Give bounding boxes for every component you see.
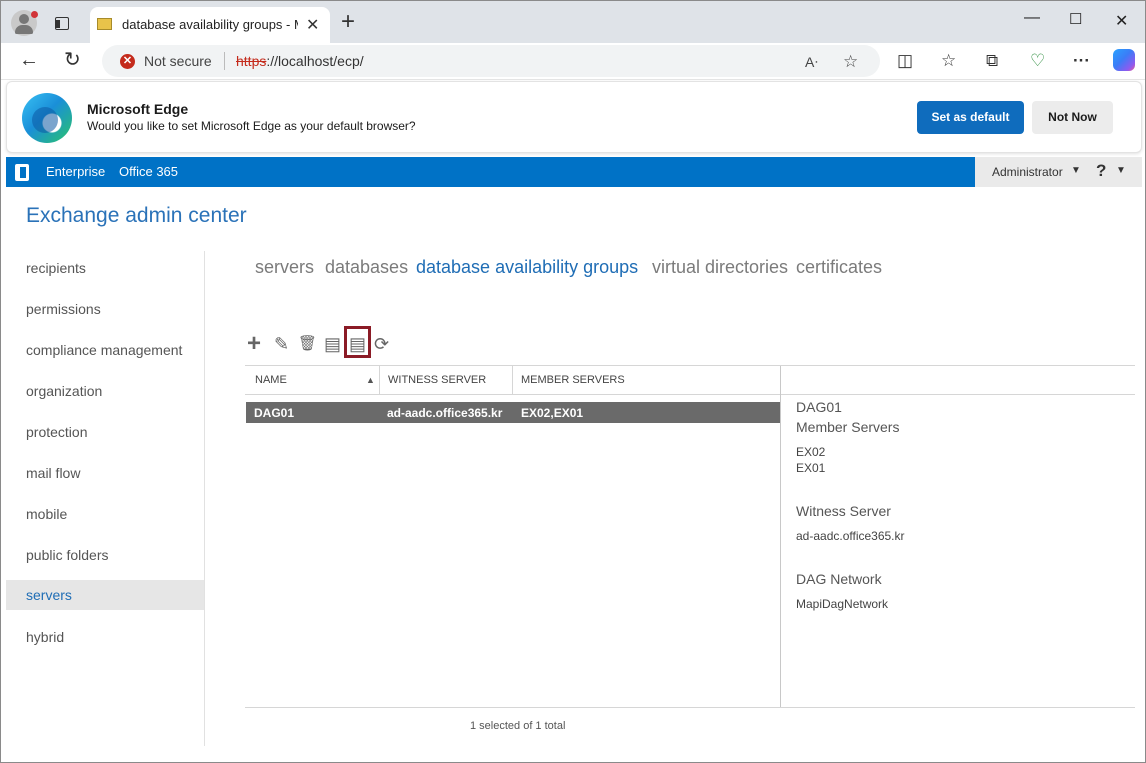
collections-icon[interactable]: ⧉ — [986, 52, 998, 70]
url-scheme: https — [236, 53, 267, 69]
left-navigation: recipients permissions compliance manage… — [6, 251, 205, 746]
banner-title: Microsoft Edge — [87, 101, 189, 117]
column-header-name[interactable]: NAME — [255, 374, 287, 386]
details-dag-network-label: DAG Network — [796, 571, 882, 587]
subtab-databases[interactable]: databases — [325, 257, 408, 278]
nav-item-hybrid[interactable]: hybrid — [6, 622, 204, 652]
help-chevron-down-icon[interactable]: ▼ — [1116, 165, 1126, 176]
sort-ascending-icon[interactable]: ▲ — [366, 375, 375, 385]
nav-item-organization[interactable]: organization — [6, 376, 204, 406]
nav-item-mail-flow[interactable]: mail flow — [6, 458, 204, 488]
edge-logo-icon — [22, 93, 72, 143]
address-toolbar: ← ↻ ✕ Not secure https://localhost/ecp/ … — [1, 43, 1145, 80]
details-pane-divider — [780, 366, 781, 707]
manage-membership-icon[interactable]: ▤ — [324, 334, 341, 354]
set-as-default-button[interactable]: Set as default — [917, 101, 1024, 134]
back-arrow-icon[interactable]: ← — [19, 50, 39, 70]
column-separator — [512, 366, 513, 394]
browser-window: database availability groups - Mic ✕ + —… — [0, 0, 1146, 763]
details-witness-value: ad-aadc.office365.kr — [796, 529, 905, 543]
split-screen-icon[interactable]: ◫ — [897, 52, 913, 70]
omnibox-separator — [224, 52, 225, 70]
exchange-favicon-icon — [97, 18, 112, 30]
nav-item-public-folders[interactable]: public folders — [6, 540, 204, 570]
row-witness-cell[interactable]: ad-aadc.office365.kr — [387, 406, 502, 420]
details-member-server: EX02 — [796, 445, 826, 459]
new-tab-icon[interactable]: + — [341, 10, 355, 34]
tab-office-365[interactable]: Office 365 — [119, 164, 178, 179]
table-row[interactable] — [246, 402, 780, 423]
highlight-box — [344, 326, 371, 358]
subtab-servers[interactable]: servers — [255, 257, 314, 278]
browser-tab-active[interactable]: database availability groups - Mic ✕ — [90, 7, 330, 43]
details-member-server: EX01 — [796, 461, 826, 475]
user-menu[interactable]: Administrator — [992, 165, 1063, 179]
not-secure-icon[interactable]: ✕ — [120, 54, 135, 69]
more-menu-icon[interactable]: ··· — [1073, 52, 1090, 70]
nav-item-compliance-management[interactable]: compliance management — [6, 335, 204, 365]
favorites-icon[interactable]: ☆ — [941, 52, 956, 70]
office-logo-icon[interactable] — [15, 164, 29, 181]
tab-enterprise[interactable]: Enterprise — [46, 164, 105, 179]
not-now-button[interactable]: Not Now — [1032, 101, 1113, 134]
nav-item-servers[interactable]: servers — [6, 580, 204, 610]
page-title: Exchange admin center — [26, 204, 247, 227]
column-separator — [379, 366, 380, 394]
eac-top-bar: Enterprise Office 365 — [6, 157, 975, 187]
maximize-button[interactable]: ☐ — [1069, 10, 1082, 28]
tab-title: database availability groups - Mic — [122, 17, 298, 32]
subtab-certificates[interactable]: certificates — [796, 257, 882, 278]
nav-item-recipients[interactable]: recipients — [6, 253, 204, 283]
reload-icon[interactable]: ↻ — [64, 50, 81, 70]
copilot-icon[interactable] — [1113, 49, 1135, 71]
minimize-button[interactable]: — — [1024, 9, 1040, 27]
security-label[interactable]: Not secure — [144, 53, 212, 69]
default-browser-banner: Microsoft Edge Would you like to set Mic… — [6, 81, 1142, 153]
tab-actions-icon[interactable] — [55, 17, 69, 30]
tab-strip: database availability groups - Mic ✕ + —… — [1, 1, 1145, 43]
subtab-virtual-directories[interactable]: virtual directories — [652, 257, 788, 278]
banner-message: Would you like to set Microsoft Edge as … — [87, 119, 416, 133]
delete-icon[interactable]: 🗑 — [298, 334, 317, 354]
favorite-star-icon[interactable]: ☆ — [843, 52, 858, 72]
browser-essentials-icon[interactable]: ♡ — [1030, 52, 1045, 70]
user-menu-bar: Administrator ▼ ? ▼ — [975, 157, 1142, 187]
url-text[interactable]: https://localhost/ecp/ — [236, 53, 364, 69]
help-icon[interactable]: ? — [1096, 161, 1106, 181]
read-aloud-icon[interactable]: Aᐧ — [805, 54, 818, 71]
details-dag-network-value: MapiDagNetwork — [796, 597, 889, 611]
row-name-cell[interactable]: DAG01 — [254, 406, 294, 420]
chevron-down-icon[interactable]: ▼ — [1071, 165, 1081, 176]
row-members-cell[interactable]: EX02,EX01 — [521, 406, 583, 420]
details-witness-label: Witness Server — [796, 503, 891, 519]
details-member-servers-label: Member Servers — [796, 419, 900, 435]
profile-alert-dot — [31, 11, 38, 18]
details-title: DAG01 — [796, 399, 842, 415]
subtab-database-availability-groups[interactable]: database availability groups — [416, 257, 638, 278]
nav-item-protection[interactable]: protection — [6, 417, 204, 447]
url-path: ://localhost/ecp/ — [266, 53, 364, 69]
column-header-witness-server[interactable]: WITNESS SERVER — [388, 374, 486, 386]
edit-icon[interactable]: ✎ — [274, 334, 289, 354]
column-header-member-servers[interactable]: MEMBER SERVERS — [521, 374, 625, 386]
refresh-icon[interactable]: ⟳ — [374, 334, 389, 354]
address-bar[interactable]: ✕ Not secure https://localhost/ecp/ Aᐧ ☆ — [102, 45, 880, 77]
nav-item-mobile[interactable]: mobile — [6, 499, 204, 529]
list-bottom-divider — [245, 707, 1135, 708]
tab-close-icon[interactable]: ✕ — [306, 15, 319, 35]
add-icon[interactable]: + — [247, 332, 261, 356]
list-header-divider — [245, 394, 1135, 395]
nav-item-permissions[interactable]: permissions — [6, 294, 204, 324]
close-window-button[interactable]: ✕ — [1115, 11, 1128, 31]
selection-status: 1 selected of 1 total — [470, 720, 566, 732]
